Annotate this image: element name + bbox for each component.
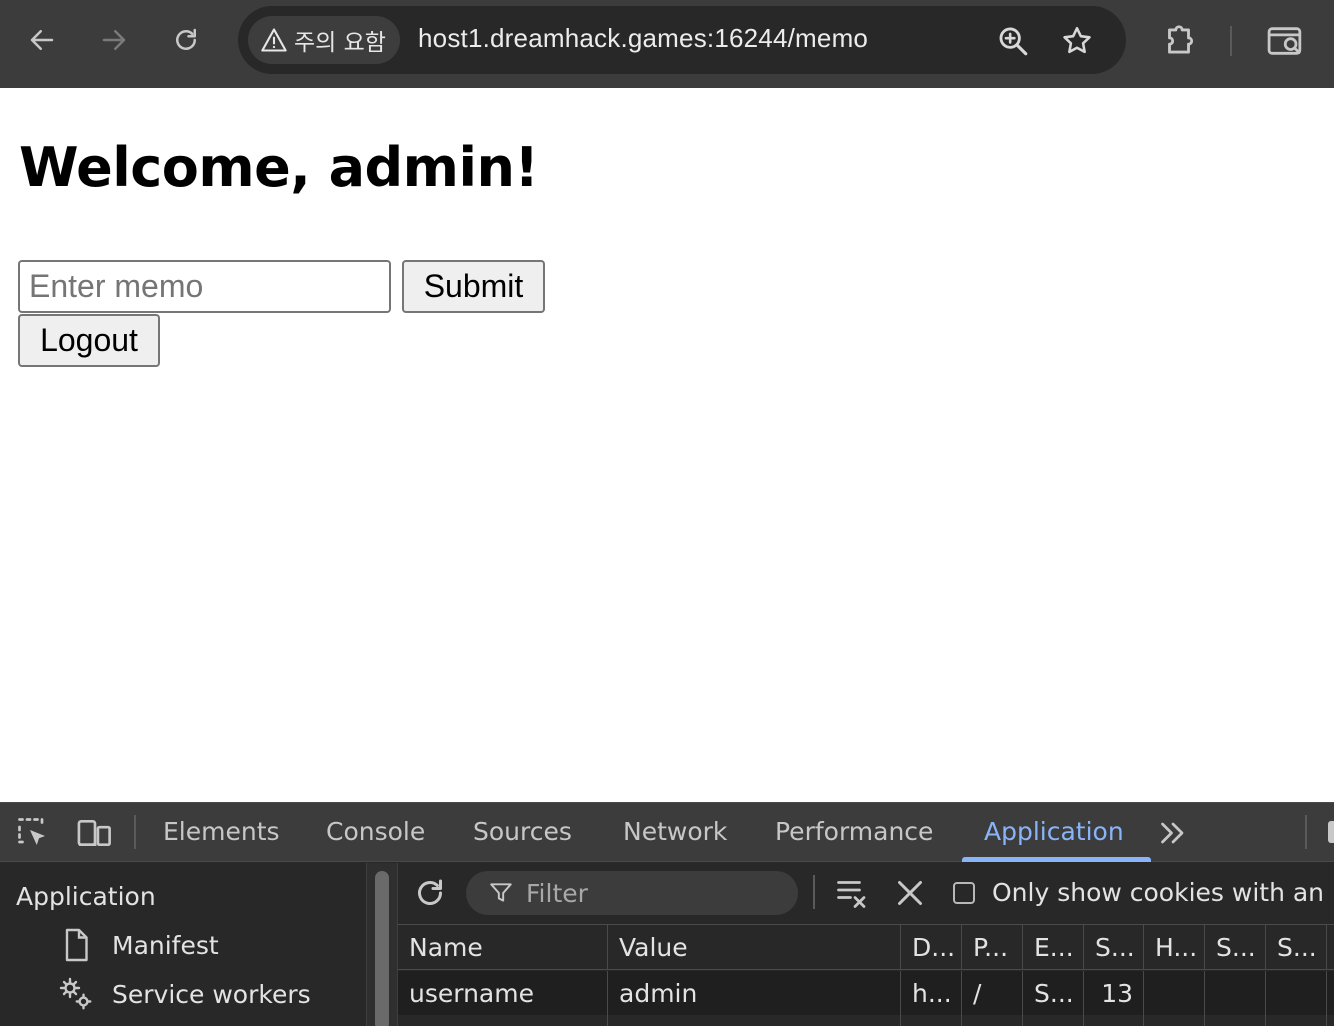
table-header: Name Value D... P... E... S... H... S...… bbox=[398, 925, 1334, 970]
warning-icon bbox=[261, 28, 287, 52]
clear-all-icon[interactable] bbox=[834, 875, 870, 911]
table-row-empty bbox=[398, 1015, 1334, 1026]
tab-application[interactable]: Application bbox=[984, 817, 1124, 846]
empty-cell bbox=[1205, 1015, 1266, 1026]
column-header-samesite[interactable]: S... bbox=[1266, 925, 1327, 969]
toolbar-separator bbox=[813, 875, 815, 909]
extensions-icon[interactable] bbox=[1160, 22, 1198, 60]
empty-cell bbox=[1266, 1015, 1327, 1026]
sidebar-item-manifest[interactable]: Manifest bbox=[58, 925, 219, 965]
tab-performance[interactable]: Performance bbox=[775, 817, 933, 846]
column-header-secure[interactable]: S... bbox=[1205, 925, 1266, 969]
security-label: 주의 요함 bbox=[294, 30, 386, 56]
cookie-value-cell: admin bbox=[608, 971, 901, 1015]
forward-button[interactable] bbox=[92, 18, 136, 62]
cookie-size-cell: 13 bbox=[1084, 971, 1144, 1015]
empty-cell bbox=[901, 1015, 962, 1026]
devtools-tabbar: Elements Console Sources Network Perform… bbox=[0, 803, 1334, 862]
tab-console[interactable]: Console bbox=[326, 817, 425, 846]
cookie-path-cell: / bbox=[962, 971, 1023, 1015]
devtools-panel: Elements Console Sources Network Perform… bbox=[0, 802, 1334, 1026]
sidebar-item-label: Manifest bbox=[112, 930, 219, 960]
cookies-panel: Filter Only show cookies with an i Name … bbox=[398, 863, 1334, 1026]
forward-icon bbox=[102, 30, 126, 50]
tab-separator bbox=[1305, 815, 1307, 849]
reload-icon bbox=[176, 28, 196, 50]
toolbar-divider bbox=[1230, 26, 1232, 56]
column-header-name[interactable]: Name bbox=[398, 925, 608, 969]
sidebar-heading[interactable]: Application bbox=[16, 882, 156, 911]
cookie-samesite-cell bbox=[1266, 971, 1327, 1015]
submit-button[interactable]: Submit bbox=[402, 260, 545, 313]
filter-icon bbox=[490, 883, 512, 902]
star-icon[interactable] bbox=[1060, 24, 1094, 58]
memo-input[interactable] bbox=[18, 260, 391, 313]
sidebar-scrollbar[interactable] bbox=[366, 863, 398, 1026]
zoom-icon[interactable] bbox=[996, 24, 1030, 58]
empty-cell bbox=[1144, 1015, 1205, 1026]
page-title: Welcome, admin! bbox=[19, 136, 539, 199]
sidebar-item-service-workers[interactable]: Service workers bbox=[58, 974, 311, 1014]
column-header-path[interactable]: P... bbox=[962, 925, 1023, 969]
filter-placeholder: Filter bbox=[526, 878, 588, 908]
gears-icon bbox=[59, 977, 92, 1010]
refresh-icon[interactable] bbox=[412, 875, 448, 911]
column-header-expires[interactable]: E... bbox=[1023, 925, 1084, 969]
settings-icon[interactable] bbox=[1328, 821, 1334, 843]
sidebar-scrollbar-thumb[interactable] bbox=[375, 871, 389, 1026]
web-page: Welcome, admin! Submit Logout bbox=[0, 88, 1334, 802]
delete-selected-icon[interactable] bbox=[892, 875, 928, 911]
reload-button[interactable] bbox=[164, 18, 208, 62]
empty-cell bbox=[1023, 1015, 1084, 1026]
column-header-domain[interactable]: D... bbox=[901, 925, 962, 969]
tab-sources[interactable]: Sources bbox=[473, 817, 572, 846]
cookie-expires-cell: S... bbox=[1023, 971, 1084, 1015]
cookies-toolbar: Filter Only show cookies with an i bbox=[398, 863, 1334, 925]
url-text[interactable]: host1.dreamhack.games:16244/memo bbox=[418, 23, 868, 54]
security-chip[interactable]: 주의 요함 bbox=[248, 16, 400, 64]
only-show-issues-checkbox[interactable] bbox=[953, 882, 975, 904]
cookie-domain-cell: h... bbox=[901, 971, 962, 1015]
document-icon bbox=[65, 928, 88, 962]
address-bar[interactable]: 주의 요함 host1.dreamhack.games:16244/memo bbox=[238, 6, 1126, 74]
tab-separator bbox=[134, 815, 136, 849]
search-tabs-icon[interactable] bbox=[1266, 22, 1306, 60]
cookie-httponly-cell bbox=[1144, 971, 1205, 1015]
table-row[interactable]: username admin h... / S... 13 bbox=[398, 971, 1334, 1015]
active-tab-indicator bbox=[962, 857, 1151, 862]
only-show-issues-label: Only show cookies with an i bbox=[992, 878, 1334, 907]
cookie-name-cell: username bbox=[398, 971, 608, 1015]
tab-elements[interactable]: Elements bbox=[163, 817, 280, 846]
column-header-value[interactable]: Value bbox=[608, 925, 901, 969]
back-icon bbox=[30, 30, 54, 50]
more-tabs-icon[interactable] bbox=[1154, 815, 1192, 851]
filter-input[interactable]: Filter bbox=[466, 871, 798, 915]
browser-toolbar: 주의 요함 host1.dreamhack.games:16244/memo bbox=[0, 0, 1334, 88]
empty-cell bbox=[962, 1015, 1023, 1026]
column-header-httponly[interactable]: H... bbox=[1144, 925, 1205, 969]
logout-button[interactable]: Logout bbox=[18, 314, 160, 367]
application-sidebar: Application Manifest Service workers bbox=[0, 863, 366, 1026]
empty-cell bbox=[608, 1015, 901, 1026]
back-button[interactable] bbox=[20, 18, 64, 62]
column-header-size[interactable]: S... bbox=[1084, 925, 1144, 969]
empty-cell bbox=[398, 1015, 608, 1026]
device-toolbar-icon[interactable] bbox=[76, 815, 114, 851]
inspect-element-icon[interactable] bbox=[14, 815, 52, 851]
cookie-secure-cell bbox=[1205, 971, 1266, 1015]
sidebar-item-label: Service workers bbox=[112, 979, 311, 1009]
tab-network[interactable]: Network bbox=[623, 817, 727, 846]
empty-cell bbox=[1084, 1015, 1144, 1026]
